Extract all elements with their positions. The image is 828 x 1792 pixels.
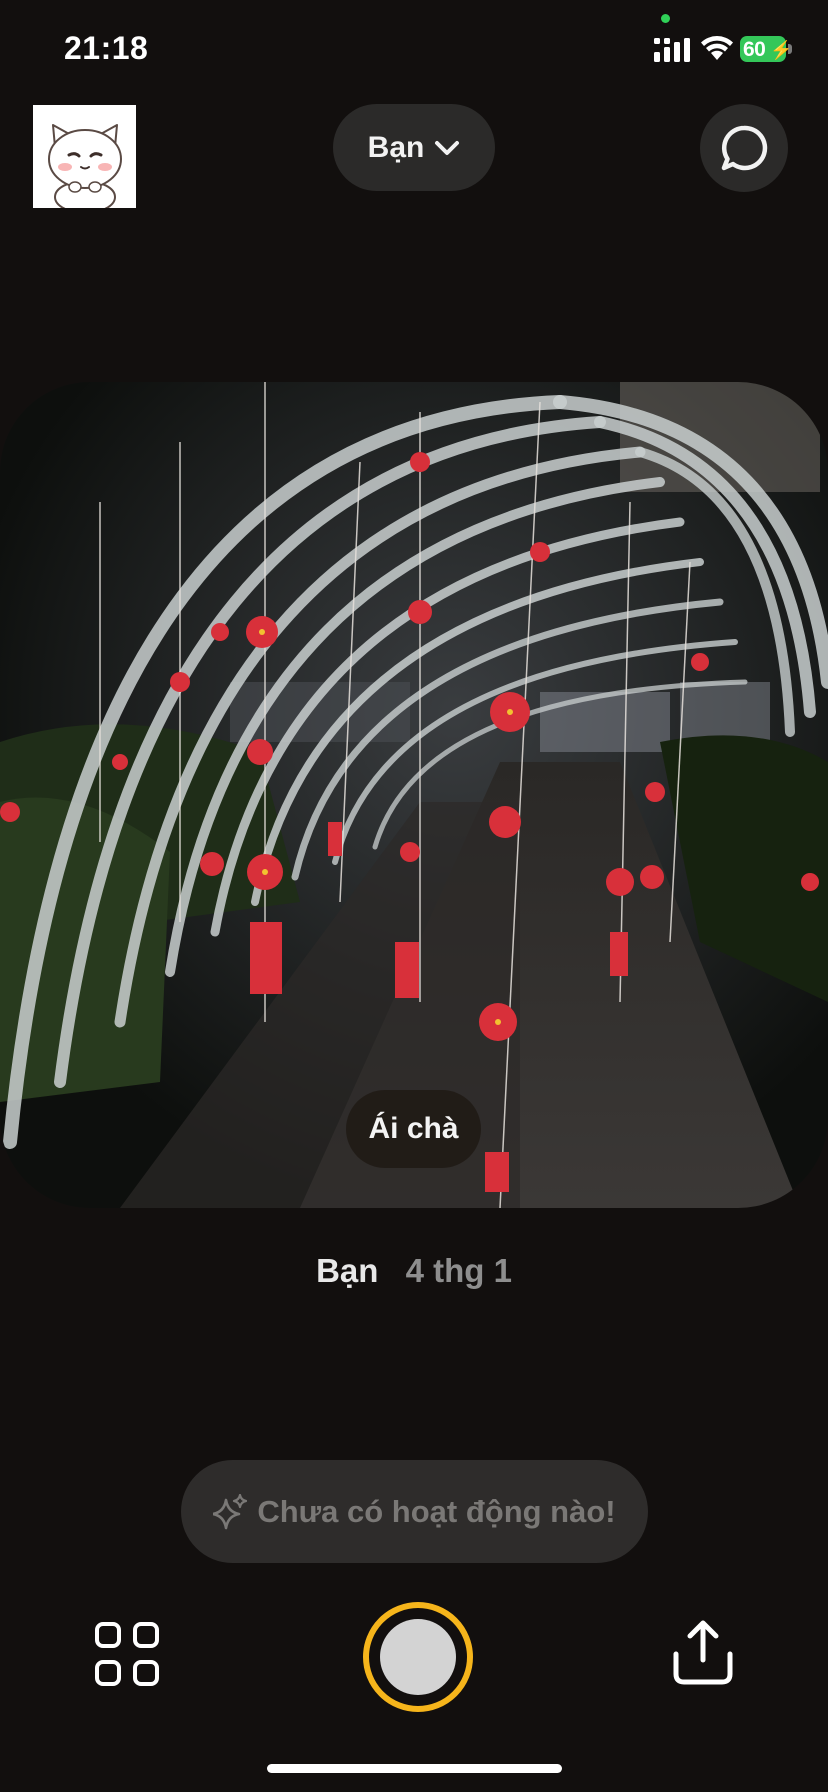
- sparkle-icon: [213, 1493, 248, 1529]
- reaction-caption: Ái chà: [346, 1090, 481, 1168]
- post-meta: Bạn 4 thg 1: [0, 1252, 828, 1290]
- battery-level: 60: [743, 38, 766, 61]
- friend-selector-label: Bạn: [367, 130, 425, 164]
- shutter-inner: [380, 1619, 456, 1695]
- home-indicator[interactable]: [267, 1764, 562, 1773]
- post-author[interactable]: Bạn: [316, 1252, 378, 1289]
- chat-bubble-icon: [721, 125, 768, 171]
- share-button[interactable]: [668, 1618, 738, 1688]
- status-bar: 21:18 60 ⚡: [0, 0, 828, 100]
- grid-icon: [95, 1622, 159, 1686]
- night-archway-photo: [0, 382, 828, 1208]
- activity-text: Chưa có hoạt động nào!: [257, 1493, 616, 1529]
- profile-avatar[interactable]: [33, 105, 136, 208]
- shutter-button[interactable]: [363, 1602, 473, 1712]
- charging-bolt-icon: ⚡: [770, 40, 793, 60]
- share-icon: [673, 1620, 733, 1685]
- wifi-icon: [701, 36, 733, 60]
- post-date: 4 thg 1: [405, 1252, 512, 1289]
- battery-charging-icon: 60 ⚡: [740, 36, 794, 62]
- cat-sticker-avatar: [33, 105, 136, 208]
- grid-view-button[interactable]: [93, 1620, 161, 1688]
- photo-card[interactable]: [0, 382, 828, 1208]
- camera-indicator-dot: [661, 14, 670, 23]
- status-time: 21:18: [64, 30, 149, 66]
- signal-icon: [654, 38, 690, 62]
- chat-button[interactable]: [700, 104, 788, 192]
- friend-selector-button[interactable]: Bạn: [333, 104, 495, 191]
- chevron-down-icon: [435, 140, 460, 155]
- activity-button[interactable]: Chưa có hoạt động nào!: [181, 1460, 648, 1563]
